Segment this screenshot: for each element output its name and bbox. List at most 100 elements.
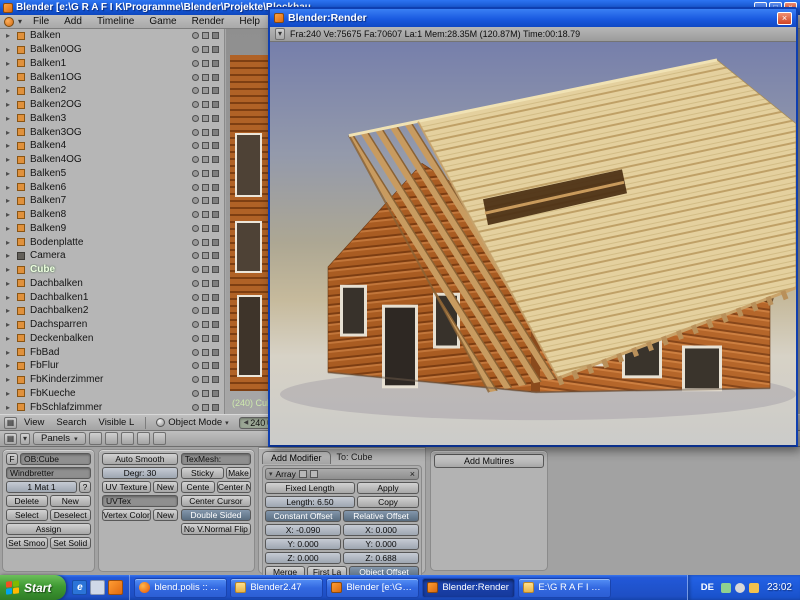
blender-quicklaunch-icon[interactable]: [108, 580, 124, 595]
context-scene-icon[interactable]: [152, 432, 166, 445]
selectability-icon[interactable]: [202, 389, 209, 397]
start-button[interactable]: Start: [0, 575, 67, 600]
selectability-icon[interactable]: [202, 307, 209, 315]
selectability-icon[interactable]: [202, 403, 209, 411]
renderability-icon[interactable]: [212, 32, 219, 40]
selectability-icon[interactable]: [202, 46, 209, 54]
renderability-icon[interactable]: [212, 128, 219, 136]
taskbar-button-4[interactable]: Blender:Render: [422, 577, 516, 598]
double-sided-toggle[interactable]: Double Sided: [180, 509, 251, 521]
selectability-icon[interactable]: [202, 348, 209, 356]
expander-icon[interactable]: ▸: [6, 210, 17, 219]
renderability-icon[interactable]: [212, 307, 219, 315]
vertex-color-new-button[interactable]: New: [152, 509, 178, 521]
visibility-icon[interactable]: [192, 46, 199, 54]
renderability-icon[interactable]: [212, 224, 219, 232]
auto-smooth-button[interactable]: Auto Smooth: [102, 453, 178, 465]
expander-icon[interactable]: ▸: [6, 375, 17, 384]
expander-icon[interactable]: ▸: [6, 306, 17, 315]
panels-dropdown[interactable]: Panels ▾: [33, 432, 86, 445]
expander-icon[interactable]: ▸: [6, 45, 17, 54]
buttons-window-type-icon[interactable]: ▦: [4, 432, 17, 445]
renderability-icon[interactable]: [212, 389, 219, 397]
merge-toggle[interactable]: Merge: [265, 566, 305, 575]
expander-icon[interactable]: ▸: [6, 251, 17, 260]
outliner-item-Balken1[interactable]: ▸ Balken1: [0, 57, 224, 71]
context-editing-icon[interactable]: [136, 432, 150, 445]
visibility-icon[interactable]: [192, 156, 199, 164]
tray-icon-updates[interactable]: [748, 582, 759, 593]
outliner-item-Balken8[interactable]: ▸ Balken8: [0, 208, 224, 222]
outliner-item-Camera[interactable]: ▸ Camera: [0, 249, 224, 263]
selectability-icon[interactable]: [202, 128, 209, 136]
centre-button[interactable]: Cente: [180, 481, 215, 493]
visibility-icon[interactable]: [192, 266, 199, 274]
outliner-item-Balken2OG[interactable]: ▸ Balken2OG: [0, 98, 224, 112]
outliner-item-Balken[interactable]: ▸ Balken: [0, 29, 224, 43]
selectability-icon[interactable]: [202, 156, 209, 164]
expander-icon[interactable]: ▸: [6, 196, 17, 205]
outliner-item-FbBad[interactable]: ▸ FbBad: [0, 345, 224, 359]
renderability-icon[interactable]: [212, 293, 219, 301]
fit-type-dropdown[interactable]: Fixed Length: [265, 482, 355, 494]
selectability-icon[interactable]: [202, 376, 209, 384]
renderability-icon[interactable]: [212, 334, 219, 342]
visibility-icon[interactable]: [192, 321, 199, 329]
outliner-item-Balken7[interactable]: ▸ Balken7: [0, 194, 224, 208]
renderability-icon[interactable]: [212, 183, 219, 191]
selectability-icon[interactable]: [202, 73, 209, 81]
visibility-icon[interactable]: [192, 307, 199, 315]
relative-y-field[interactable]: Y: 0.000: [343, 538, 419, 550]
visibility-icon[interactable]: [192, 114, 199, 122]
visibility-icon[interactable]: [192, 169, 199, 177]
expander-icon[interactable]: ▸: [6, 389, 17, 398]
expander-icon[interactable]: ▸: [6, 348, 17, 357]
selectability-icon[interactable]: [202, 169, 209, 177]
header-collapse-icon[interactable]: ▾: [15, 17, 25, 26]
outliner-item-Balken3[interactable]: ▸ Balken3: [0, 112, 224, 126]
selectability-icon[interactable]: [202, 238, 209, 246]
visibility-icon[interactable]: [192, 183, 199, 191]
outliner-window-type-icon[interactable]: ▦: [4, 416, 17, 429]
renderability-icon[interactable]: [212, 279, 219, 287]
outliner-item-Balken9[interactable]: ▸ Balken9: [0, 222, 224, 236]
outliner-item-Balken1OG[interactable]: ▸ Balken1OG: [0, 70, 224, 84]
renderability-icon[interactable]: [212, 348, 219, 356]
renderability-icon[interactable]: [212, 169, 219, 177]
render-window-titlebar[interactable]: Blender:Render ×: [270, 9, 796, 27]
context-logic-icon[interactable]: [88, 432, 102, 445]
selectability-icon[interactable]: [202, 293, 209, 301]
render-header-menu-icon[interactable]: ▾: [275, 28, 285, 40]
selectability-icon[interactable]: [202, 334, 209, 342]
outliner-item-Dachbalken2[interactable]: ▸ Dachbalken2: [0, 304, 224, 318]
renderability-icon[interactable]: [212, 403, 219, 411]
material-index-field[interactable]: 1 Mat 1: [6, 481, 77, 493]
visibility-icon[interactable]: [192, 73, 199, 81]
expander-icon[interactable]: ▸: [6, 86, 17, 95]
expander-icon[interactable]: ▸: [6, 31, 17, 40]
expander-icon[interactable]: ▸: [6, 128, 17, 137]
renderability-icon[interactable]: [212, 156, 219, 164]
menu-add[interactable]: Add: [57, 16, 89, 27]
expander-icon[interactable]: ▸: [6, 403, 17, 412]
delete-material-button[interactable]: Delete: [6, 495, 48, 507]
outliner-panel[interactable]: ▸ Balken ▸ Balken0OG ▸ Balken1 ▸ Balken1OG ▸ Balk…: [0, 29, 225, 414]
sticky-make-button[interactable]: Make: [226, 467, 251, 479]
new-material-button[interactable]: New: [49, 495, 91, 507]
visibility-icon[interactable]: [192, 87, 199, 95]
expander-icon[interactable]: ▸: [6, 183, 17, 192]
expander-icon[interactable]: ▸: [6, 73, 17, 82]
expander-icon[interactable]: ▸: [6, 141, 17, 150]
menu-file[interactable]: File: [26, 16, 56, 27]
no-vnormal-flip-toggle[interactable]: No V.Normal Flip: [180, 523, 251, 535]
render-window[interactable]: Blender:Render × ▾ Fra:240 Ve:75675 Fa:7…: [268, 7, 798, 447]
selectability-icon[interactable]: [202, 101, 209, 109]
expander-icon[interactable]: ▸: [6, 238, 17, 247]
outliner-item-Dachbalken1[interactable]: ▸ Dachbalken1: [0, 290, 224, 304]
relative-z-field[interactable]: Z: 0.688: [343, 552, 419, 564]
renderability-icon[interactable]: [212, 142, 219, 150]
renderability-icon[interactable]: [212, 197, 219, 205]
outliner-item-Balken5[interactable]: ▸ Balken5: [0, 167, 224, 181]
outliner-item-Balken2[interactable]: ▸ Balken2: [0, 84, 224, 98]
outliner-item-Balken0OG[interactable]: ▸ Balken0OG: [0, 43, 224, 57]
